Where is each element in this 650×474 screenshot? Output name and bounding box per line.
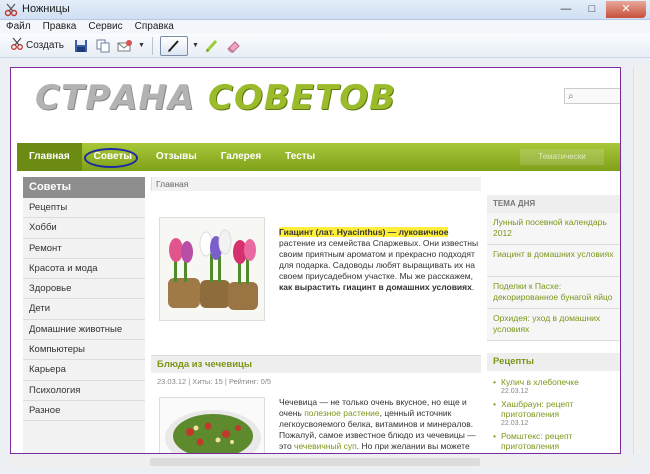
- new-snip-button[interactable]: Создать: [6, 35, 68, 56]
- sidebar-item-psychology[interactable]: Психология: [23, 381, 145, 401]
- site-header: СТРАНА СОВЕТОВ ⌕: [11, 68, 620, 140]
- pen-icon: [167, 39, 179, 52]
- nav-right-label: Тематически: [520, 149, 604, 165]
- scissors-app-icon: [4, 3, 18, 17]
- sidebar-item-computers[interactable]: Компьютеры: [23, 340, 145, 361]
- sidebar-item-pets[interactable]: Домашние животные: [23, 320, 145, 341]
- article-lentils-meta: 23.03.12 | Хиты: 15 | Рейтинг: 0/5: [157, 377, 272, 386]
- vertical-scrollbar[interactable]: [633, 67, 645, 454]
- window-title: Ножницы: [22, 3, 70, 15]
- sidebar-item-repair[interactable]: Ремонт: [23, 239, 145, 259]
- topic-item[interactable]: Поделки к Пасхе: декорированное бунагой …: [487, 277, 620, 309]
- pen-dropdown-arrow-icon[interactable]: ▼: [192, 42, 199, 49]
- article-hyacinth-end: .: [471, 282, 475, 292]
- maximize-button[interactable]: □: [580, 1, 604, 18]
- sidebar-item-beauty[interactable]: Красота и мода: [23, 259, 145, 280]
- article-hyacinth-link[interactable]: как вырастить гиацинт в домашних условия…: [279, 282, 472, 292]
- sidebar-item-career[interactable]: Карьера: [23, 360, 145, 381]
- minimize-button[interactable]: —: [554, 1, 578, 18]
- article-lentils-header: Блюда из чечевицы: [151, 355, 481, 373]
- recipe-title[interactable]: Ромштекс: рецепт приготовления: [501, 431, 572, 451]
- recipes-title: Рецепты: [487, 353, 620, 371]
- article-hyacinth-text: Гиацинт (лат. Hyacinthus) — луковичное р…: [279, 227, 479, 293]
- article-hyacinth-body: растение из семейства Спаржевых. Они изв…: [279, 238, 479, 281]
- save-icon[interactable]: [72, 37, 90, 55]
- menu-edit[interactable]: Правка: [37, 20, 83, 34]
- logo-word-1: СТРАНА: [35, 78, 196, 118]
- topic-item[interactable]: Лунный посевной календарь 2012: [487, 213, 620, 245]
- new-snip-label: Создать: [26, 40, 65, 51]
- window-titlebar: Ножницы — □ ✕: [0, 0, 650, 20]
- recipe-title[interactable]: Хашбраун: рецепт приготовления: [501, 399, 574, 419]
- menu-tools[interactable]: Сервис: [82, 20, 128, 34]
- breadcrumb[interactable]: Главная: [151, 177, 481, 191]
- nav-reviews[interactable]: Отзывы: [144, 143, 209, 171]
- article-lentils-text: Чечевица — не только очень вкусное, но е…: [279, 397, 479, 453]
- recipe-item[interactable]: Кулич в хлебопечке 22.03.12: [493, 377, 618, 397]
- useful-plant-link[interactable]: полезное растение: [304, 408, 379, 418]
- send-dropdown-arrow-icon[interactable]: ▼: [138, 42, 145, 49]
- topic-item[interactable]: Гиацинт в домашних условиях: [487, 245, 620, 277]
- eraser-icon[interactable]: [225, 37, 243, 55]
- topic-of-day-title: ТЕМА ДНЯ: [487, 195, 620, 213]
- sidebar-item-misc[interactable]: Разное: [23, 401, 145, 422]
- horizontal-scroll-thumb[interactable]: [150, 458, 480, 466]
- menu-help[interactable]: Справка: [129, 20, 180, 34]
- site-logo: СТРАНА СОВЕТОВ: [35, 78, 396, 118]
- nav-tests[interactable]: Тесты: [273, 143, 327, 171]
- sidebar-item-kids[interactable]: Дети: [23, 299, 145, 320]
- toolbar: Создать ▼ ▼: [0, 34, 650, 58]
- scissors-icon: [10, 37, 24, 54]
- captured-snip: СТРАНА СОВЕТОВ ⌕ Главная Советы Отзывы Г…: [10, 67, 621, 454]
- highlighter-icon[interactable]: [203, 37, 221, 55]
- lentil-soup-link[interactable]: чечевичный суп: [294, 441, 357, 451]
- article-hyacinth: Гиацинт (лат. Hyacinthus) — луковичное р…: [151, 217, 481, 343]
- site-navbar: Главная Советы Отзывы Галерея Тесты Тема…: [17, 143, 620, 171]
- hyacinth-photo[interactable]: [159, 217, 265, 321]
- search-icon: ⌕: [568, 91, 574, 102]
- pen-annotation-circle: [83, 148, 138, 168]
- nav-gallery[interactable]: Галерея: [209, 143, 273, 171]
- right-column: ТЕМА ДНЯ Лунный посевной календарь 2012 …: [487, 195, 620, 453]
- recipe-title[interactable]: Кулич в хлебопечке: [501, 377, 579, 387]
- menu-file[interactable]: Файл: [0, 20, 37, 34]
- recipe-item[interactable]: Хашбраун: рецепт приготовления 22.03.12: [493, 399, 618, 429]
- article-lentils-title[interactable]: Блюда из чечевицы: [151, 356, 481, 374]
- toolbar-divider: [151, 36, 153, 55]
- lentil-dish-photo[interactable]: [159, 397, 265, 453]
- topic-item[interactable]: Орхидея: уход в домашних условиях: [487, 309, 620, 341]
- sidebar-title: Советы: [23, 177, 145, 198]
- send-snip-icon[interactable]: [116, 37, 134, 55]
- main-content: Главная Гиацинт (лат. Hyacinthus) — луко…: [151, 177, 481, 453]
- recipe-item[interactable]: Ромштекс: рецепт приготовления: [493, 431, 618, 451]
- recipe-date: 22.03.12: [501, 420, 529, 427]
- recipe-date: 22.03.12: [501, 388, 529, 395]
- site-search-input[interactable]: ⌕: [564, 88, 620, 104]
- nav-home[interactable]: Главная: [17, 143, 82, 171]
- copy-icon[interactable]: [94, 37, 112, 55]
- pen-tool-button[interactable]: [159, 35, 188, 56]
- tips-sidebar: Советы Рецепты Хобби Ремонт Красота и мо…: [23, 177, 145, 453]
- logo-word-2: СОВЕТОВ: [208, 78, 397, 118]
- menu-bar: Файл Правка Сервис Справка: [0, 20, 650, 34]
- nav-tips[interactable]: Советы: [82, 143, 144, 171]
- close-button[interactable]: ✕: [606, 1, 646, 18]
- sidebar-item-health[interactable]: Здоровье: [23, 279, 145, 300]
- sidebar-item-recipes[interactable]: Рецепты: [23, 198, 145, 219]
- horizontal-scrollbar[interactable]: [10, 456, 633, 468]
- highlighted-text: Гиацинт (лат. Hyacinthus) — луковичное: [279, 227, 449, 237]
- sidebar-item-hobby[interactable]: Хобби: [23, 218, 145, 239]
